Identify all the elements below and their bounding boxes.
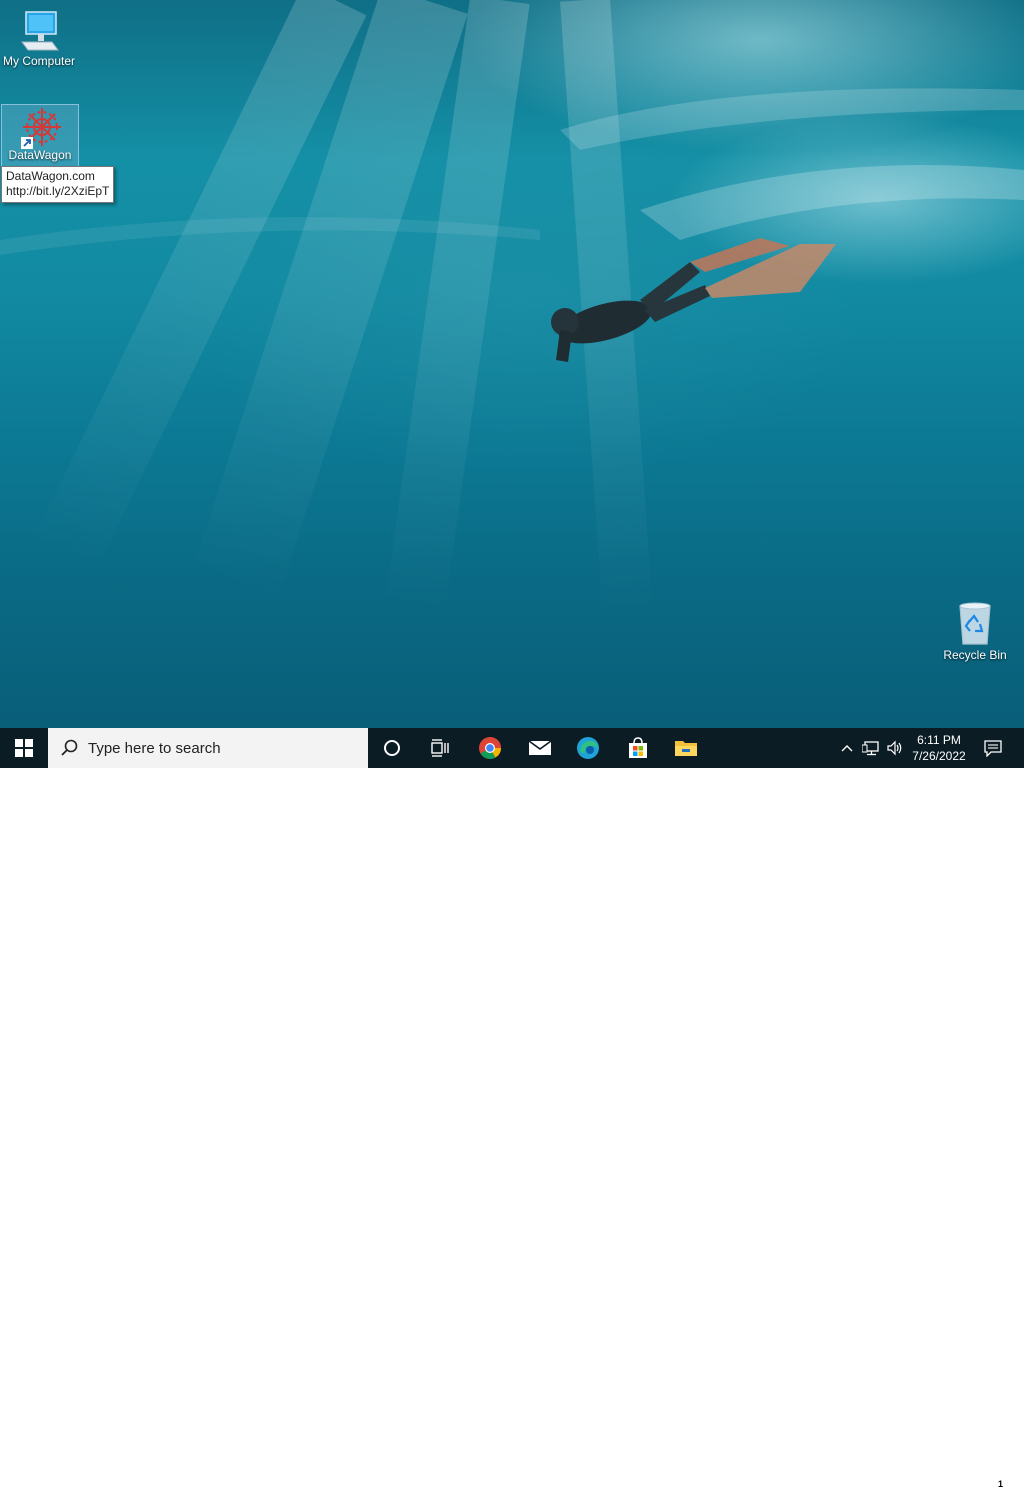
task-view-icon: [431, 739, 449, 757]
notification-icon: [984, 740, 1002, 757]
show-hidden-icons-button[interactable]: [838, 728, 856, 768]
store-taskbar-button[interactable]: [618, 728, 658, 768]
clock-tray-button[interactable]: 6:11 PM 7/26/2022: [908, 728, 970, 768]
edge-icon: [577, 737, 599, 759]
datawagon-gear-icon: [21, 108, 61, 149]
chevron-up-icon: [841, 745, 853, 752]
volume-tray-button[interactable]: [884, 728, 906, 768]
cortana-button[interactable]: [372, 728, 412, 768]
recycle-bin-desktop-icon[interactable]: Recycle Bin: [937, 600, 1013, 662]
my-computer-desktop-icon[interactable]: My Computer: [1, 8, 77, 68]
network-tray-button[interactable]: [860, 728, 882, 768]
desktop-wallpaper: My Computer DataWagon DataWagon.com http…: [0, 0, 1024, 728]
tooltip-line-2: http://bit.ly/2XziEpT: [6, 184, 110, 198]
chrome-icon: [479, 737, 501, 759]
tooltip-line-1: DataWagon.com: [6, 169, 95, 183]
task-view-button[interactable]: [420, 728, 460, 768]
mail-taskbar-button[interactable]: [520, 728, 560, 768]
my-computer-label: My Computer: [2, 54, 76, 68]
action-center-button[interactable]: [976, 728, 1010, 768]
recycle-bin-icon: [959, 602, 991, 645]
taskbar: Type here to search 6:11 PM 7/26/2022 1: [0, 728, 1024, 1491]
store-icon: [629, 737, 647, 758]
chrome-taskbar-button[interactable]: [470, 728, 510, 768]
file-explorer-icon: [675, 741, 697, 756]
taskbar-search-box[interactable]: Type here to search: [48, 728, 368, 768]
datawagon-tooltip: DataWagon.com http://bit.ly/2XziEpT: [1, 166, 115, 203]
network-icon: [862, 741, 879, 756]
search-placeholder: Type here to search: [88, 739, 221, 757]
datawagon-label: DataWagon: [8, 148, 72, 162]
clock-date: 7/26/2022: [912, 749, 966, 763]
clock-time: 6:11 PM: [917, 733, 961, 747]
recycle-bin-label: Recycle Bin: [943, 648, 1007, 662]
notification-count-badge: 1: [994, 1478, 1007, 1491]
speaker-icon: [887, 740, 902, 756]
mail-icon: [528, 740, 552, 755]
cortana-circle-icon: [384, 740, 400, 756]
search-icon: [61, 739, 78, 756]
datawagon-desktop-icon[interactable]: DataWagon: [1, 104, 79, 170]
start-button[interactable]: [0, 728, 48, 768]
file-explorer-taskbar-button[interactable]: [666, 728, 706, 768]
monitor-icon: [21, 11, 59, 51]
windows-logo-icon: [15, 739, 33, 757]
edge-taskbar-button[interactable]: [568, 728, 608, 768]
freediver-illustration: [0, 88, 1024, 362]
